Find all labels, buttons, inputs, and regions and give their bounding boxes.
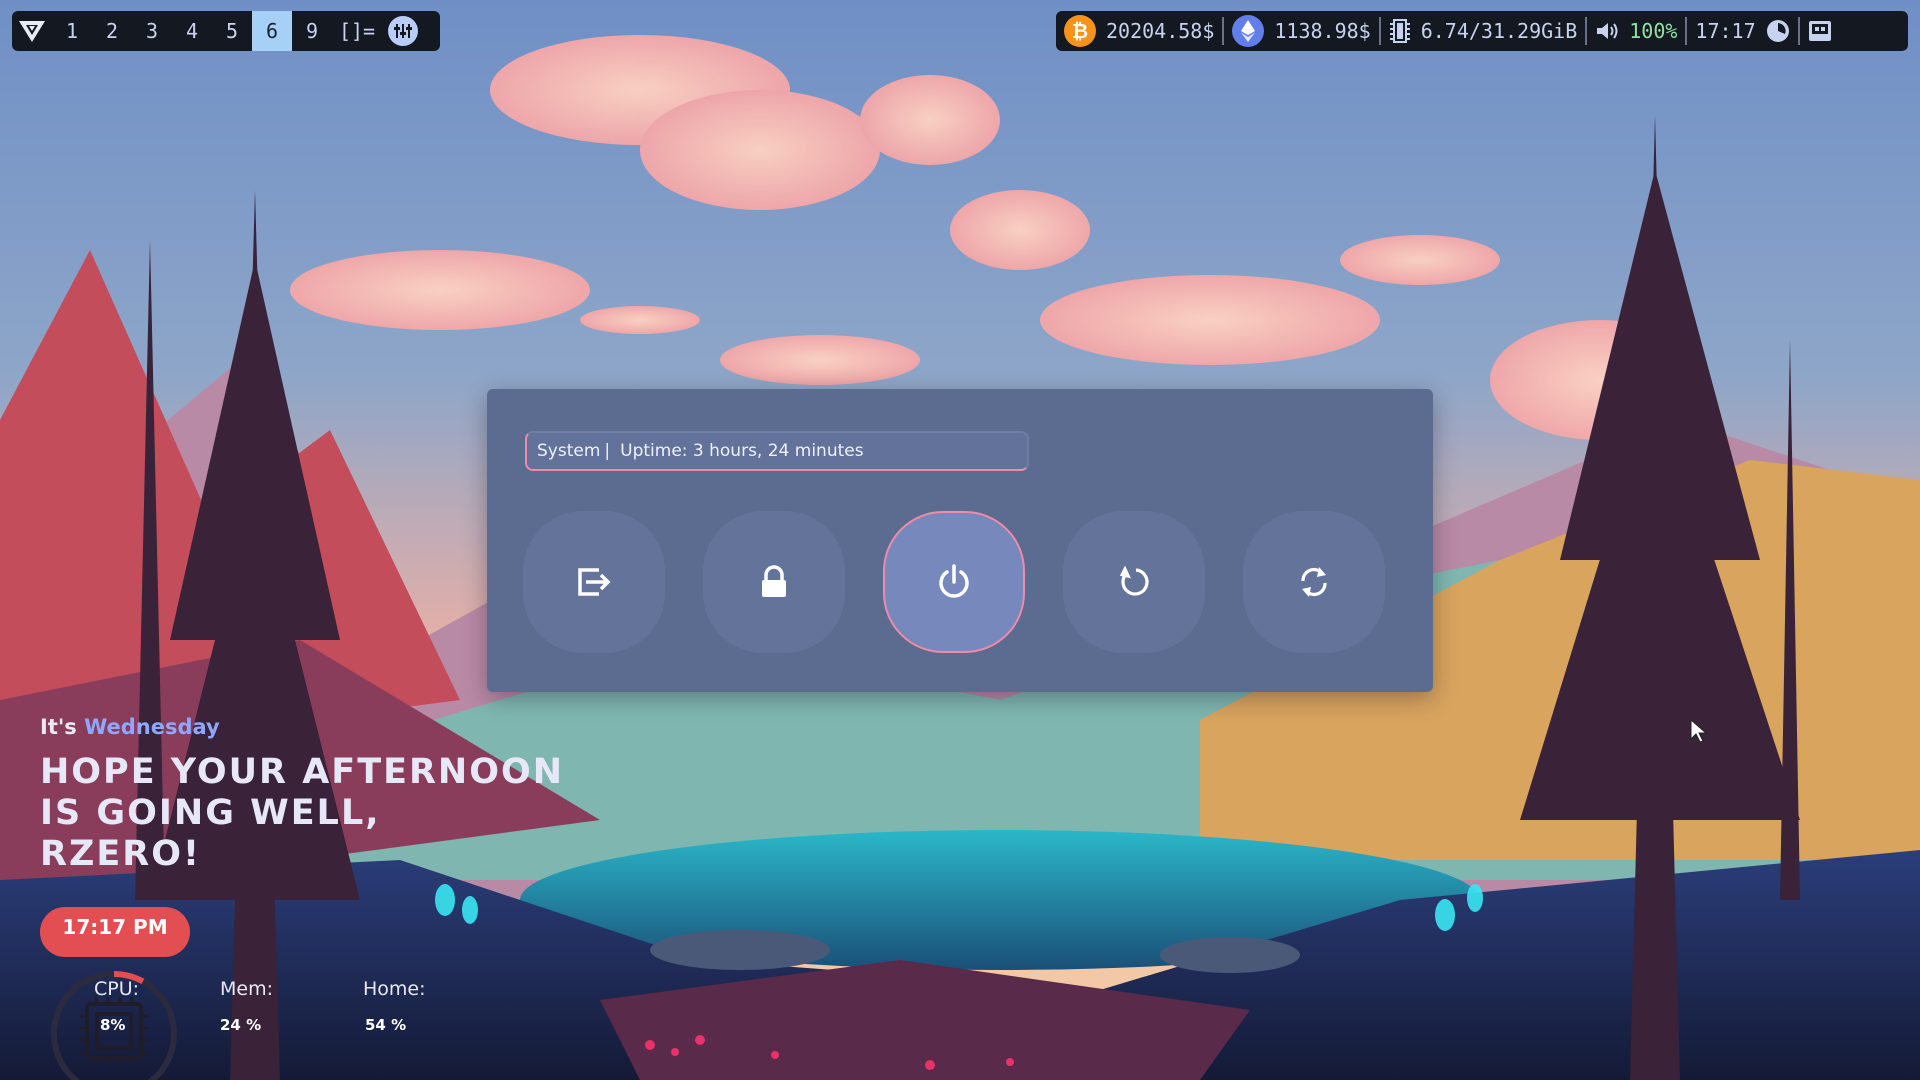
greeting-line-1: HOPE YOUR AFTERNOON xyxy=(40,752,565,792)
workspace-9[interactable]: 9 xyxy=(292,11,332,51)
greeting-day-line: It's Wednesday xyxy=(40,715,220,739)
tray-icon xyxy=(1808,21,1831,41)
widget-time: 17:17 PM xyxy=(62,915,168,939)
distro-logo-icon[interactable] xyxy=(12,11,52,51)
greeting-prefix: It's xyxy=(40,715,77,739)
workspace-5[interactable]: 5 xyxy=(212,11,252,51)
suspend-button[interactable] xyxy=(1243,511,1385,653)
cpu-value: 8% xyxy=(100,1016,126,1034)
workspace-2[interactable]: 2 xyxy=(92,11,132,51)
mouse-cursor-icon xyxy=(1690,719,1708,743)
home-label: Home: xyxy=(363,978,426,1000)
logout-icon xyxy=(578,568,611,596)
greeting-line-2: IS GOING WELL, xyxy=(40,793,381,833)
memory-module[interactable]: 6.74/31.29GiB xyxy=(1381,11,1586,51)
btc-price: 20204.58$ xyxy=(1106,19,1215,43)
menu-prompt[interactable]: System | Uptime: 3 hours, 24 minutes xyxy=(525,431,1029,471)
workspace-3[interactable]: 3 xyxy=(132,11,172,51)
shutdown-button[interactable] xyxy=(883,511,1025,653)
suspend-icon xyxy=(1301,567,1327,597)
home-value: 54 % xyxy=(365,1016,407,1034)
memory-icon xyxy=(1389,19,1410,43)
power-icon xyxy=(939,564,969,598)
workspace-1[interactable]: 1 xyxy=(52,11,92,51)
bitcoin-icon: ₿ xyxy=(1064,15,1096,47)
eth-price: 1138.98$ xyxy=(1274,19,1371,43)
workspace-6[interactable]: 6 xyxy=(252,11,292,51)
lock-icon xyxy=(762,565,786,597)
workspace-4[interactable]: 4 xyxy=(172,11,212,51)
greeting-day: Wednesday xyxy=(84,715,220,739)
volume-icon xyxy=(1597,23,1618,39)
memory-usage: 6.74/31.29GiB xyxy=(1420,19,1578,43)
lock-button[interactable] xyxy=(703,511,845,653)
uptime-text: Uptime: 3 hours, 24 minutes xyxy=(620,441,864,461)
volume-level: 100% xyxy=(1629,19,1678,43)
power-menu: System | Uptime: 3 hours, 24 minutes xyxy=(487,389,1433,692)
layout-toggle-icon[interactable] xyxy=(388,16,418,46)
clock-module[interactable]: 17:17 xyxy=(1687,11,1797,51)
eth-module[interactable]: 1138.98$ xyxy=(1224,11,1378,51)
greeting-message: HOPE YOUR AFTERNOON IS GOING WELL, RZERO… xyxy=(40,752,564,875)
reboot-button[interactable] xyxy=(1063,511,1205,653)
cpu-label: CPU: xyxy=(94,978,140,1000)
logout-button[interactable] xyxy=(523,511,665,653)
greeting-line-3: RZERO! xyxy=(40,834,201,874)
clock-time: 17:17 xyxy=(1695,19,1756,43)
mem-label: Mem: xyxy=(220,978,273,1000)
layout-indicator[interactable]: []= xyxy=(332,11,382,51)
volume-module[interactable]: 100% xyxy=(1587,11,1685,51)
clock-icon xyxy=(1766,20,1789,42)
power-actions xyxy=(523,511,1385,653)
prompt-label: System xyxy=(537,441,601,461)
mem-value: 24 % xyxy=(220,1016,262,1034)
ethereum-icon xyxy=(1232,15,1265,47)
widget-time-pill: 17:17 PM xyxy=(40,907,190,957)
status-bar: ₿ 20204.58$ 1138.98$ 6.74/31.29GiB 100% xyxy=(1056,11,1908,51)
reboot-icon xyxy=(1119,565,1149,596)
btc-module[interactable]: ₿ 20204.58$ xyxy=(1056,11,1222,51)
workspace-bar: 1 2 3 4 5 6 9 []= xyxy=(12,11,440,51)
tray-module[interactable] xyxy=(1800,11,1840,51)
prompt-divider: | xyxy=(604,441,611,461)
